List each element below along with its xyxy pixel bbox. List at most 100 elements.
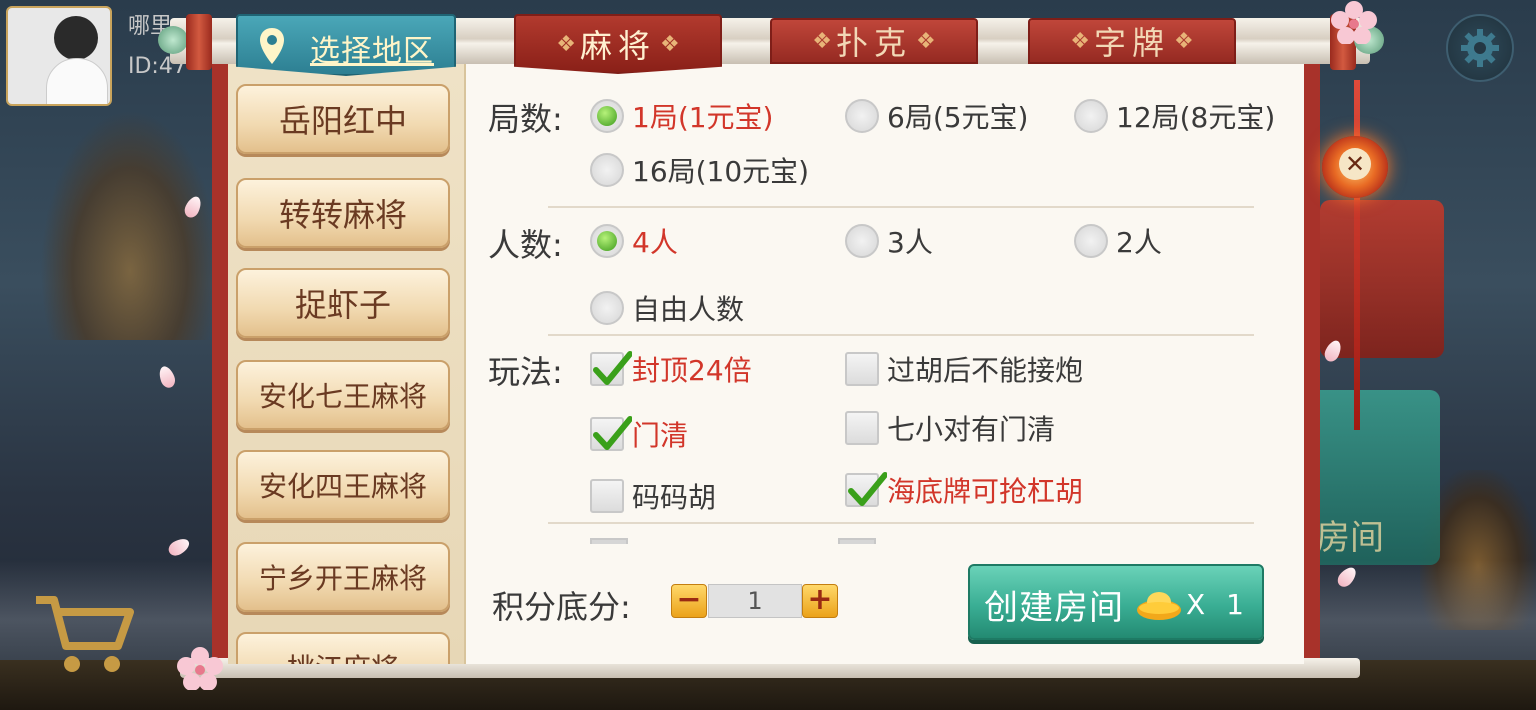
tab-ornament: ❖ [812,28,832,54]
players-label: 人数: [488,226,563,264]
radio [590,291,624,325]
option-label: 12局(8元宝) [1116,101,1276,134]
avatar-face [54,16,98,60]
tab-label: 麻将 [579,27,656,65]
checkbox [590,479,624,513]
avatar-body [46,58,108,104]
radio [590,153,624,187]
players-option-4[interactable]: 4人 [590,221,678,261]
petal [165,535,193,559]
tab-label: 扑克 [835,24,912,62]
create-room-button[interactable]: 创建房间 X 1 [968,564,1264,640]
variant-item[interactable]: 宁乡开王麻将 [236,542,450,612]
background-room-card [1320,200,1444,358]
variant-item[interactable]: 安化四王麻将 [236,450,450,520]
tab-label: 字牌 [1093,24,1170,62]
option-label: 七小对有门清 [887,413,1056,446]
cherry-blossom-icon [177,647,223,690]
gold-ingot-icon [1137,592,1181,620]
score-increase-button[interactable]: + [802,584,838,618]
section-divider [548,334,1254,336]
rounds-option-16[interactable]: 16局(10元宝) [590,150,809,190]
section-divider [548,522,1254,524]
select-region-label: 选择地区 [310,34,434,69]
petal [156,364,178,390]
rule-option[interactable]: 过胡后不能接炮 [845,349,1083,389]
scrolled-partial-row [490,536,1190,544]
tab-ornament: ❖ [1070,28,1090,54]
option-label: 6局(5元宝) [887,101,1029,134]
close-icon: ✕ [1339,148,1371,180]
tab-ornament: ❖ [916,28,936,54]
score-decrease-button[interactable]: − [671,584,707,618]
cherry-blossom-icon [1331,1,1377,44]
checkbox-checked [590,416,632,451]
mahjong-variant-list[interactable]: 岳阳红中 转转麻将 捉虾子 安化七王麻将 安化四王麻将 宁乡开王麻将 桃江麻将 [228,64,466,664]
shop-cart-icon [30,590,140,684]
option-label: 4人 [632,226,678,259]
location-pin-icon [260,28,284,64]
tab-ornament: ❖ [556,31,576,57]
option-label: 封顶24倍 [632,354,752,387]
checkbox-checked [590,351,632,386]
rule-option[interactable]: 封顶24倍 [590,349,752,389]
radio-selected [590,224,624,258]
section-divider [548,206,1254,208]
variant-item[interactable]: 安化七王麻将 [236,360,450,430]
option-label: 3人 [887,226,933,259]
players-option-3[interactable]: 3人 [845,221,933,261]
checkbox [845,411,879,445]
rules-label: 玩法: [488,353,563,391]
create-room-cost: X 1 [1186,588,1250,621]
red-tassel [1354,80,1360,430]
radio-selected [590,99,624,133]
rule-option[interactable]: 海底牌可抢杠胡 [845,470,1083,510]
rounds-option-12[interactable]: 12局(8元宝) [1074,96,1275,136]
radio [1074,224,1108,258]
checkbox-checked [845,472,887,507]
rounds-option-1[interactable]: 1局(1元宝) [590,96,773,136]
option-label: 2人 [1116,226,1162,259]
players-option-free[interactable]: 自由人数 [590,288,744,328]
option-label: 海底牌可抢杠胡 [887,475,1084,508]
variant-item[interactable]: 桃江麻将 [236,632,450,664]
create-room-label: 创建房间 [984,588,1124,628]
base-score-value: 1 [708,584,802,618]
base-score-label: 积分底分: [492,588,631,626]
option-label: 自由人数 [632,293,745,326]
rounds-label: 局数: [488,100,563,138]
option-label: 16局(10元宝) [632,155,810,188]
players-option-2[interactable]: 2人 [1074,221,1162,261]
player-avatar[interactable] [6,6,112,106]
tab-zipai[interactable]: ❖ 字牌 ❖ [1028,18,1236,64]
rod-cap-left [186,14,212,70]
jade-knob-left [158,26,188,54]
option-label: 门清 [632,419,689,452]
variant-item[interactable]: 转转麻将 [236,178,450,248]
settings-gear-icon[interactable] [1446,14,1514,82]
option-label: 1局(1元宝) [632,101,774,134]
rule-option[interactable]: 门清 [590,414,688,454]
radio [845,224,879,258]
checkmark-icon [848,472,887,506]
option-label: 过胡后不能接炮 [887,354,1084,387]
checkbox [845,352,879,386]
background-temple [40,110,220,340]
close-button[interactable]: ✕ [1322,136,1388,198]
radio [1074,99,1108,133]
select-region-tab[interactable]: 选择地区 [236,14,456,76]
variant-item[interactable]: 岳阳红中 [236,84,450,154]
variant-item[interactable]: 捉虾子 [236,268,450,338]
background-card-label: 房间 [1316,518,1384,558]
rounds-option-6[interactable]: 6局(5元宝) [845,96,1028,136]
tab-poker[interactable]: ❖ 扑克 ❖ [770,18,978,64]
checkmark-icon [593,416,632,450]
tab-mahjong[interactable]: ❖ 麻将 ❖ [514,14,722,74]
checkmark-icon [593,351,632,385]
radio [845,99,879,133]
rule-option[interactable]: 七小对有门清 [845,408,1055,448]
rule-option[interactable]: 码码胡 [590,476,716,516]
option-label: 码码胡 [632,481,717,514]
tab-ornament: ❖ [1174,28,1194,54]
tab-ornament: ❖ [660,31,680,57]
